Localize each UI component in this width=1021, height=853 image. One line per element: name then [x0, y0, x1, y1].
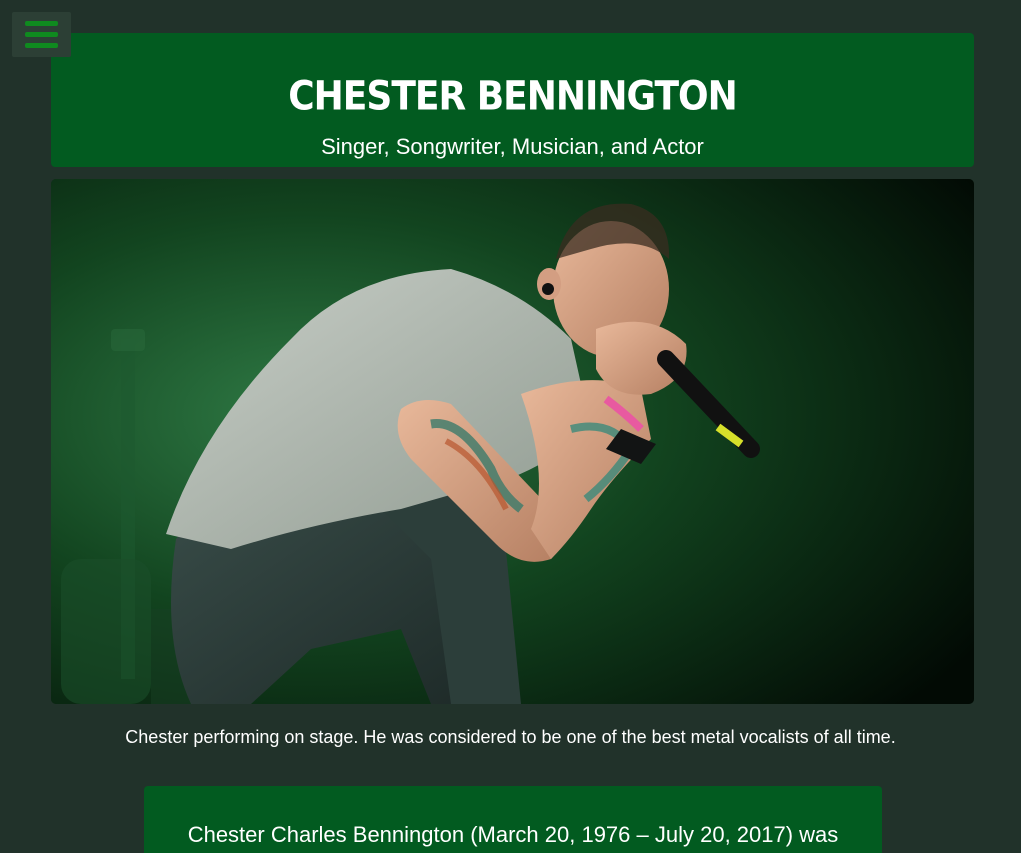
header-card: CHESTER BENNINGTON Singer, Songwriter, M…: [51, 33, 974, 167]
menu-button[interactable]: [12, 12, 71, 57]
page-title: CHESTER BENNINGTON: [288, 73, 738, 120]
page: CHESTER BENNINGTON Singer, Songwriter, M…: [0, 0, 1021, 853]
photo-caption: Chester performing on stage. He was cons…: [125, 727, 896, 747]
bio-card: Chester Charles Bennington (March 20, 19…: [144, 786, 882, 853]
bio-text: Chester Charles Bennington (March 20, 19…: [187, 822, 839, 847]
hero-photo: [51, 179, 974, 704]
page-subtitle: Singer, Songwriter, Musician, and Actor: [321, 134, 704, 159]
